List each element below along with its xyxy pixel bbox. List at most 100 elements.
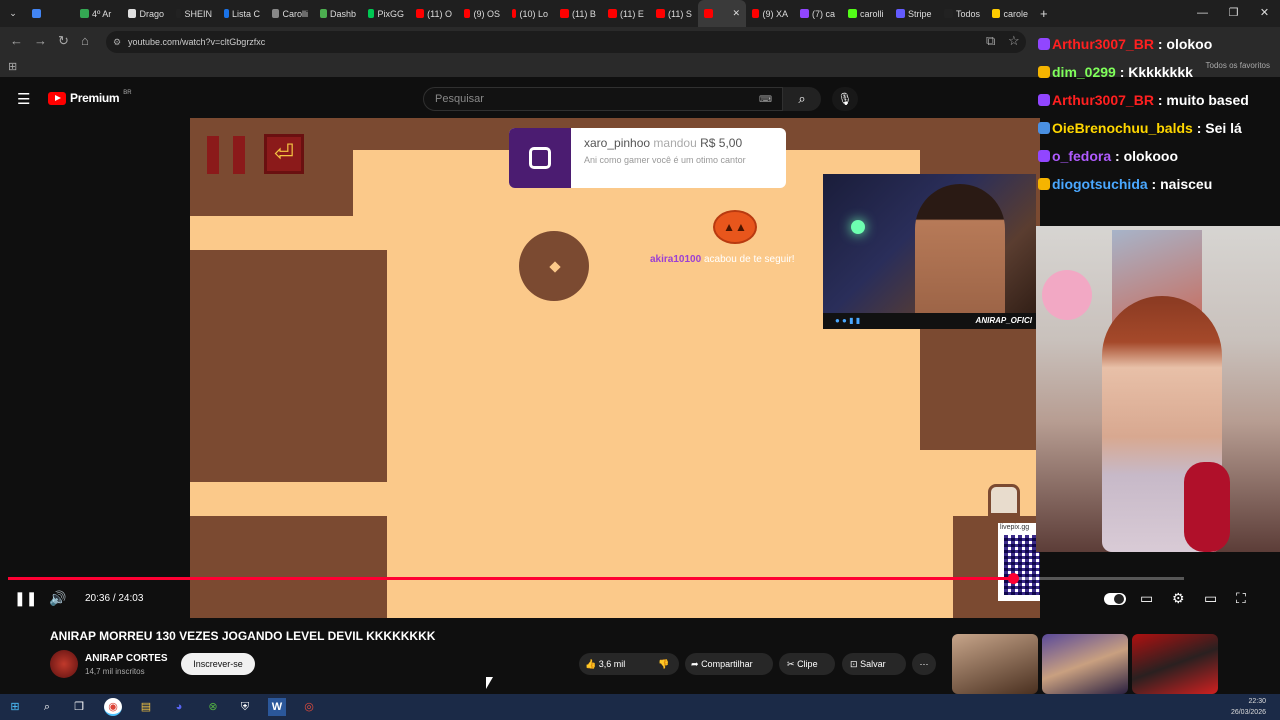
minimize-icon[interactable]: — bbox=[1187, 0, 1218, 27]
pumpkin-icon: ▲▲ bbox=[713, 210, 757, 244]
theater-mode-icon[interactable]: ▭ bbox=[1204, 590, 1217, 607]
settings-gear-icon[interactable]: ⚙ bbox=[1172, 590, 1185, 607]
video-player[interactable]: ⏎ ▲▲ xaro_pinhoo mandou R$ 5,00 Ani como… bbox=[0, 118, 1040, 618]
clip-button[interactable]: ✂ Clipe bbox=[779, 653, 835, 675]
dislike-button[interactable]: 👎 bbox=[649, 653, 679, 675]
chat-text: Sei lá bbox=[1205, 120, 1242, 136]
pause-icon[interactable]: ❚❚ bbox=[14, 590, 37, 607]
browser-tab[interactable]: ✕ bbox=[698, 0, 746, 27]
new-tab-button[interactable]: + bbox=[1034, 0, 1054, 27]
browser-tab[interactable]: Stripe bbox=[890, 0, 938, 27]
system-clock[interactable]: 22:30 26/03/2026 bbox=[1231, 696, 1266, 718]
chat-separator: : bbox=[1153, 36, 1167, 52]
browser-tab[interactable]: PixGG bbox=[362, 0, 410, 27]
save-button[interactable]: ⊡ Salvar bbox=[842, 653, 906, 675]
share-button[interactable]: ➦ Compartilhar bbox=[685, 653, 773, 675]
url-field[interactable]: ⚙ youtube.com/watch?v=cltGbgrzfxc bbox=[106, 31, 1026, 53]
tab-label: (11) S bbox=[668, 8, 692, 19]
tab-favicon-icon bbox=[368, 9, 375, 18]
chat-separator: : bbox=[1111, 148, 1124, 164]
reload-icon[interactable]: ↻ bbox=[58, 33, 69, 49]
voice-search-button[interactable]: 🎙 bbox=[832, 87, 858, 111]
home-icon[interactable]: ⌂ bbox=[81, 33, 89, 48]
youtube-logo[interactable]: Premium BR bbox=[48, 90, 132, 105]
tab-favicon-icon bbox=[128, 9, 137, 18]
scissors-icon: ✂ bbox=[787, 659, 795, 669]
browser-tab[interactable]: Carolli bbox=[266, 0, 314, 27]
chat-username: diogotsuchida bbox=[1052, 176, 1148, 192]
task-view-icon[interactable]: ❐ bbox=[70, 698, 88, 716]
more-horizontal-icon: ⋯ bbox=[919, 659, 929, 669]
clock-date: 26/03/2026 bbox=[1230, 709, 1266, 716]
browser-tab[interactable]: Lista C bbox=[218, 0, 266, 27]
more-actions-button[interactable]: ⋯ bbox=[912, 653, 936, 675]
back-icon[interactable]: ← bbox=[10, 33, 23, 48]
recommended-thumbnail[interactable] bbox=[952, 634, 1038, 694]
chrome-icon[interactable]: ◉ bbox=[104, 698, 122, 716]
like-button[interactable]: 👍 3,6 mil bbox=[579, 653, 641, 675]
security-shield-icon[interactable]: ⛨ bbox=[236, 698, 254, 716]
tab-close-icon[interactable]: ✕ bbox=[732, 8, 740, 19]
windows-start-icon[interactable]: ⊞ bbox=[6, 698, 24, 716]
channel-name[interactable]: ANIRAP CORTES bbox=[85, 653, 168, 664]
social-icons: ● ● ▮ ▮ bbox=[835, 316, 861, 325]
bookmark-star-icon[interactable]: ☆ bbox=[1008, 33, 1020, 49]
tab-favicon-icon bbox=[752, 9, 760, 18]
donation-message: Ani como gamer você é um otimo cantor bbox=[584, 155, 746, 165]
search-icon: ⌕ bbox=[798, 91, 806, 106]
site-info-icon[interactable]: ⚙ bbox=[113, 31, 121, 53]
keyboard-icon[interactable]: ⌨ bbox=[759, 88, 772, 110]
obs-icon[interactable]: ◎ bbox=[300, 698, 318, 716]
hamburger-menu-icon[interactable]: ☰ bbox=[17, 90, 30, 108]
browser-tab[interactable]: (11) E bbox=[602, 0, 650, 27]
browser-tab[interactable]: SHEIN bbox=[170, 0, 218, 27]
window-controls: — ❐ ✕ bbox=[1187, 0, 1280, 27]
browser-tab[interactable]: carole bbox=[986, 0, 1034, 27]
progress-played bbox=[8, 577, 1014, 580]
xbox-icon[interactable]: ⊗ bbox=[204, 698, 222, 716]
game-pause-icon bbox=[207, 136, 247, 174]
browser-tab[interactable]: Todos bbox=[938, 0, 986, 27]
qr-label: livepix.gg bbox=[1000, 524, 1030, 531]
video-title: ANIRAP MORREU 130 VEZES JOGANDO LEVEL DE… bbox=[50, 629, 436, 643]
browser-tab[interactable]: Dashb bbox=[314, 0, 362, 27]
search-button[interactable]: ⌕ bbox=[783, 87, 821, 111]
autoplay-toggle[interactable] bbox=[1104, 593, 1126, 605]
browser-tab[interactable]: (9) OS bbox=[458, 0, 506, 27]
discord-icon[interactable]: ◕ bbox=[170, 698, 188, 716]
forward-icon[interactable]: → bbox=[34, 33, 47, 48]
fullscreen-icon[interactable]: ⛶ bbox=[1236, 590, 1246, 607]
progress-scrubber[interactable] bbox=[1008, 573, 1020, 584]
tab-label: PixGG bbox=[377, 8, 404, 19]
word-icon[interactable]: W bbox=[268, 698, 286, 716]
search-input[interactable]: Pesquisar ⌨ bbox=[423, 87, 783, 111]
browser-tab[interactable]: (9) XA bbox=[746, 0, 794, 27]
close-icon[interactable]: ✕ bbox=[1249, 0, 1280, 27]
browser-tab[interactable]: 4º Ar bbox=[74, 0, 122, 27]
volume-icon[interactable]: 🔊 bbox=[49, 590, 66, 607]
browser-tab[interactable]: (10) Lo bbox=[506, 0, 554, 27]
subtitles-icon[interactable]: ▭ bbox=[1140, 590, 1153, 607]
subscribe-button[interactable]: Inscrever-se bbox=[181, 653, 255, 675]
follow-alert: akira10100 acabou de te seguir! bbox=[650, 254, 795, 265]
browser-tab[interactable]: carolli bbox=[842, 0, 890, 27]
apps-grid-icon[interactable]: ⊞ bbox=[8, 60, 17, 73]
channel-avatar[interactable] bbox=[50, 650, 78, 678]
browser-tab[interactable]: (11) B bbox=[554, 0, 602, 27]
tab-label: Lista C bbox=[231, 8, 260, 19]
maximize-icon[interactable]: ❐ bbox=[1218, 0, 1249, 27]
browser-tab[interactable]: Drago bbox=[122, 0, 170, 27]
search-taskbar-icon[interactable]: ⌕ bbox=[38, 698, 56, 716]
recommended-thumbnail[interactable] bbox=[1042, 634, 1128, 694]
tab-menu-button[interactable]: ⌄ bbox=[0, 0, 26, 27]
tab-favicon-icon bbox=[992, 9, 1001, 18]
browser-tab[interactable] bbox=[26, 0, 74, 27]
browser-tab[interactable]: (11) O bbox=[410, 0, 458, 27]
youtube-header: ☰ Premium BR Pesquisar ⌨ ⌕ 🎙 bbox=[0, 80, 1040, 118]
browser-tab[interactable]: (7) ca bbox=[794, 0, 842, 27]
recommended-thumbnail[interactable] bbox=[1132, 634, 1218, 694]
progress-bar[interactable] bbox=[8, 573, 1184, 584]
file-explorer-icon[interactable]: ▤ bbox=[137, 698, 155, 716]
browser-tab[interactable]: (11) S bbox=[650, 0, 698, 27]
install-app-icon[interactable]: ⧉ bbox=[986, 33, 995, 49]
